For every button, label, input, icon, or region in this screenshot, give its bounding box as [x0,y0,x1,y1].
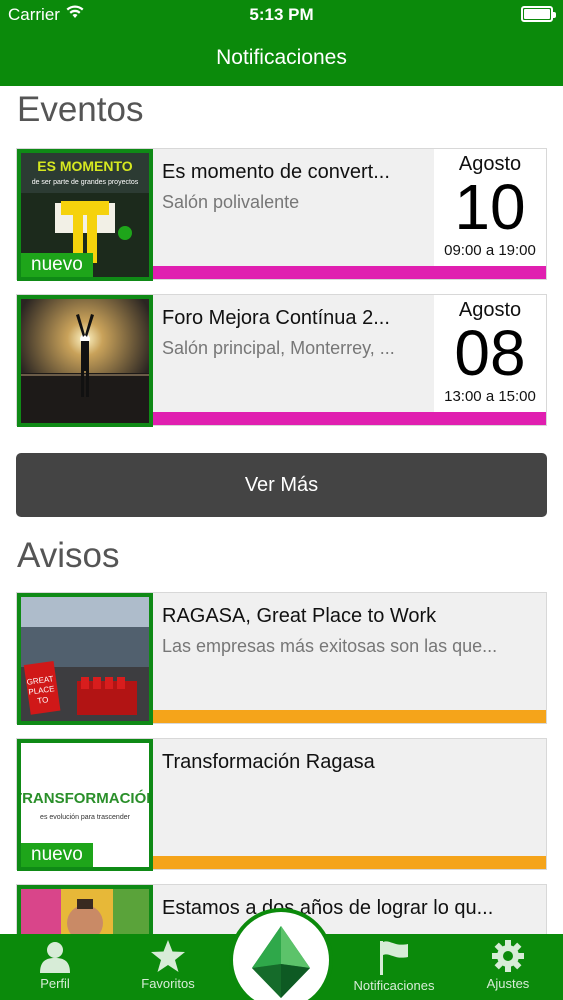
tab-perfil[interactable]: Perfil [0,934,110,1000]
person-icon [40,942,70,973]
new-badge: nuevo [21,253,93,277]
event-title: Foro Mejora Contínua 2... [162,307,390,329]
notifications-scroll-area[interactable]: Eventos ES MOMENTO de ser parte de grand… [0,86,563,934]
notice-accent-bar [153,856,546,869]
event-location: Salón polivalente [162,192,300,212]
thumb-text-2: de ser parte de grandes proyectos [32,179,139,186]
tab-label: Perfil [40,976,70,991]
event-thumbnail [17,295,153,427]
star-icon [151,940,185,972]
event-title: Es momento de convert... [162,161,390,183]
event-accent-bar [153,266,546,279]
thumb-text-1: TRANSFORMACIÓN [21,789,149,807]
tab-label: Notificaciones [353,978,435,993]
thumb-text-2: es evolución para trascender [40,814,131,821]
avisos-section-title: Avisos [17,536,120,575]
event-card[interactable]: Foro Mejora Contínua 2... Salón principa… [16,294,547,427]
ver-mas-button[interactable]: Ver Más [16,453,547,517]
svg-text:TO: TO [37,695,49,705]
event-location: Salón principal, Monterrey, ... [162,338,395,358]
notice-title: Estamos a dos años de lograr lo qu... [162,897,494,919]
tab-label: Ajustes [486,976,530,991]
notice-title: RAGASA, Great Place to Work [162,605,437,627]
event-date-box: Agosto 10 09:00 a 19:00 [434,149,546,268]
navigation-bar: Notificaciones [0,30,563,86]
event-date-box: Agosto 08 13:00 a 15:00 [434,295,546,414]
event-hours: 13:00 a 15:00 [444,388,536,405]
event-card[interactable]: ES MOMENTO de ser parte de grandes proye… [16,148,547,281]
event-day: 08 [454,317,526,389]
notice-card[interactable]: GREAT PLACE TO RAGASA, Great Place to Wo… [16,592,547,725]
notice-card[interactable]: TRANSFORMACIÓN es evolución para trascen… [16,738,547,871]
notice-title: Transformación Ragasa [162,751,375,773]
notice-summary: Las empresas más exitosas son las que... [162,636,498,656]
event-accent-bar [153,412,546,425]
event-hours: 09:00 a 19:00 [444,242,536,259]
flag-icon [380,941,408,975]
tab-notificaciones[interactable]: Notificaciones [339,934,449,1000]
tab-label: Favoritos [141,976,195,991]
battery-icon [521,6,556,22]
tab-favoritos[interactable]: Favoritos [113,934,223,1000]
page-title: Notificaciones [216,46,347,69]
tab-ajustes[interactable]: Ajustes [453,934,563,1000]
thumb-text-1: ES MOMENTO [37,158,133,174]
event-thumbnail: ES MOMENTO de ser parte de grandes proye… [17,149,153,281]
event-day: 10 [454,171,526,243]
status-bar: Carrier 5:13 PM [0,0,563,30]
notice-thumbnail [17,885,153,934]
leaf-logo-icon [252,926,310,998]
new-badge: nuevo [21,843,93,867]
notice-thumbnail: TRANSFORMACIÓN es evolución para trascen… [17,739,153,871]
eventos-section-title: Eventos [17,90,144,129]
status-time: 5:13 PM [249,5,314,24]
gear-icon [492,940,524,972]
notice-accent-bar [153,710,546,723]
notice-thumbnail: GREAT PLACE TO [17,593,153,725]
